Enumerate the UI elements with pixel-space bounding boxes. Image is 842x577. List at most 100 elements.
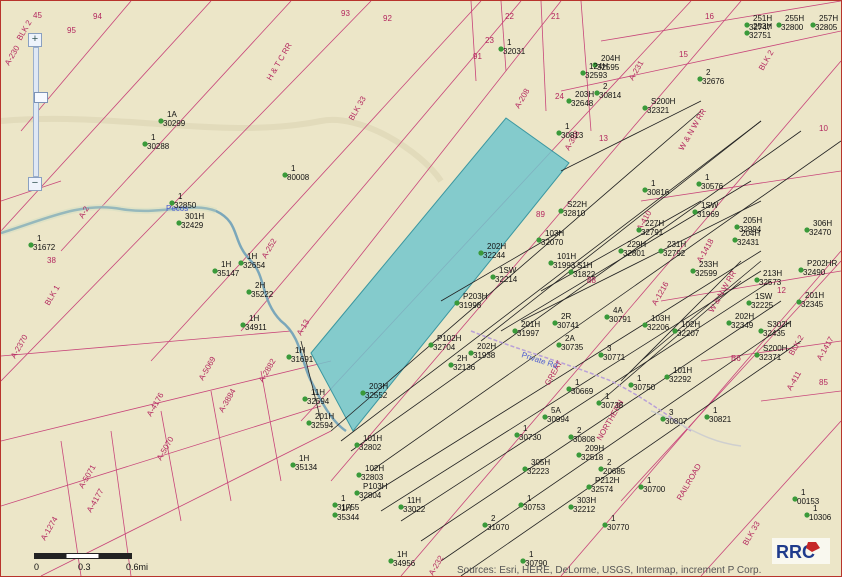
section-number: 12 — [777, 286, 786, 295]
well-id-label: P102H — [437, 334, 462, 343]
well-id-label: 1 — [813, 504, 818, 513]
section-number: 93 — [341, 9, 350, 18]
well-id-label: 1H — [295, 346, 305, 355]
well-id-label: 1 — [523, 424, 528, 433]
well-id-label: 204H — [741, 229, 760, 238]
well-api-label: 30735 — [561, 343, 584, 352]
well-id-label: 2 — [603, 82, 608, 91]
scale-label-start: 0 — [34, 562, 40, 572]
well-id-label: P203H — [463, 292, 488, 301]
well-id-label: 2A — [565, 334, 575, 343]
well-id-label: 209H — [585, 444, 604, 453]
well-api-label: 32648 — [571, 99, 594, 108]
well-id-label: S1H — [577, 261, 593, 270]
well-api-label: 34956 — [393, 559, 416, 568]
well-api-label: 30730 — [519, 433, 542, 442]
section-number: 45 — [33, 11, 42, 20]
scale-bar-graphic — [34, 553, 132, 559]
well-api-label: 32552 — [365, 391, 388, 400]
well-id-label: 1H — [221, 260, 231, 269]
well-id-label: 2 — [607, 458, 612, 467]
well-id-label: 1 — [611, 514, 616, 523]
section-number: 23 — [485, 36, 494, 45]
zoom-slider-track[interactable] — [33, 47, 48, 177]
well-api-label: 32802 — [359, 443, 382, 452]
well-id-label: 202H — [487, 242, 506, 251]
well-id-label: 1 — [605, 392, 610, 401]
well-id-label: 1A — [167, 110, 177, 119]
well-api-label: 32676 — [702, 77, 725, 86]
well-id-label: 201H — [521, 320, 540, 329]
well-id-label: 306H — [813, 219, 832, 228]
map-canvas[interactable]: A-230 A-208 A-388 A-231 A-2 A-252 A-13 A… — [1, 1, 841, 576]
well-id-label: S200H — [651, 97, 676, 106]
well-api-label: 32321 — [647, 106, 670, 115]
well-id-label: 103H — [545, 229, 564, 238]
zoom-slider-thumb[interactable] — [34, 92, 48, 103]
well-id-label: 1 — [575, 378, 580, 387]
well-api-label: 31070 — [487, 523, 510, 532]
well-id-label: 201H — [315, 412, 334, 421]
well-id-label: P103H — [363, 482, 388, 491]
well-api-label: 32574 — [591, 485, 614, 494]
well-id-label: P202HR — [807, 259, 837, 268]
well-api-label: 32654 — [243, 261, 266, 270]
map-frame: A-230 A-208 A-388 A-231 A-2 A-252 A-13 A… — [0, 0, 842, 577]
well-id-label: 202H — [735, 312, 754, 321]
well-api-label: 31938 — [473, 351, 496, 360]
well-api-label: 32573 — [759, 278, 782, 287]
well-id-label: 2 — [706, 68, 711, 77]
section-number: 10 — [819, 124, 828, 133]
well-id-label: 2 — [577, 426, 582, 435]
well-id-label: 102H — [365, 464, 384, 473]
well-api-label: 32207 — [677, 329, 700, 338]
section-number: 13 — [599, 134, 608, 143]
well-id-label: 2H — [255, 281, 265, 290]
section-number: 21 — [551, 12, 560, 21]
section-number: 91 — [473, 52, 482, 61]
well-api-label: 33022 — [403, 505, 426, 514]
well-api-label: 32593 — [585, 71, 608, 80]
well-id-label: 2R — [561, 312, 571, 321]
well-id-label: 1 — [713, 406, 718, 415]
well-api-label: 32599 — [695, 269, 718, 278]
section-number: 38 — [47, 256, 56, 265]
section-number: B6 — [731, 354, 741, 363]
scale-label-end: 0.6mi — [126, 562, 149, 572]
well-api-label: 32244 — [483, 251, 506, 260]
zoom-out-button[interactable]: − — [28, 177, 42, 191]
well-api-label: 30821 — [709, 415, 732, 424]
well-api-label: 30738 — [601, 401, 624, 410]
well-api-label: 30750 — [633, 383, 656, 392]
well-id-label: 1SW — [499, 266, 517, 275]
well-api-label: 32791 — [641, 228, 664, 237]
well-id-label: 1 — [565, 122, 570, 131]
well-id-label: 2H — [457, 354, 467, 363]
well-id-label: 1 — [529, 550, 534, 559]
well-api-label: 30700 — [643, 485, 666, 494]
well-api-label: 32594 — [307, 397, 330, 406]
well-api-label: 30669 — [571, 387, 594, 396]
well-id-label: 1H — [247, 252, 257, 261]
well-api-label: 32206 — [647, 323, 670, 332]
well-id-label: 1SW — [701, 201, 719, 210]
zoom-in-button[interactable]: + — [28, 33, 42, 47]
well-api-label: 30807 — [665, 417, 688, 426]
well-api-label: 32223 — [527, 467, 550, 476]
well-id-label: 1H — [249, 314, 259, 323]
well-api-label: 30770 — [607, 523, 630, 532]
well-id-label: 1 — [151, 133, 156, 142]
well-id-label: 101H — [363, 434, 382, 443]
well-api-label: 32803 — [361, 473, 384, 482]
well-api-label: 30741 — [557, 321, 580, 330]
section-number: 94 — [93, 12, 102, 21]
scale-bar: 0 0.3 0.6mi — [34, 553, 154, 575]
well-api-label: 32470 — [809, 228, 832, 237]
well-id-label: 303H — [577, 496, 596, 505]
well-id-label: 1H — [341, 504, 351, 513]
well-api-label: 35344 — [337, 513, 360, 522]
well-api-label: 32792 — [663, 249, 686, 258]
well-id-label: S22H — [567, 200, 587, 209]
well-api-label: 20685 — [603, 467, 626, 476]
well-api-label: 31998 — [459, 301, 482, 310]
